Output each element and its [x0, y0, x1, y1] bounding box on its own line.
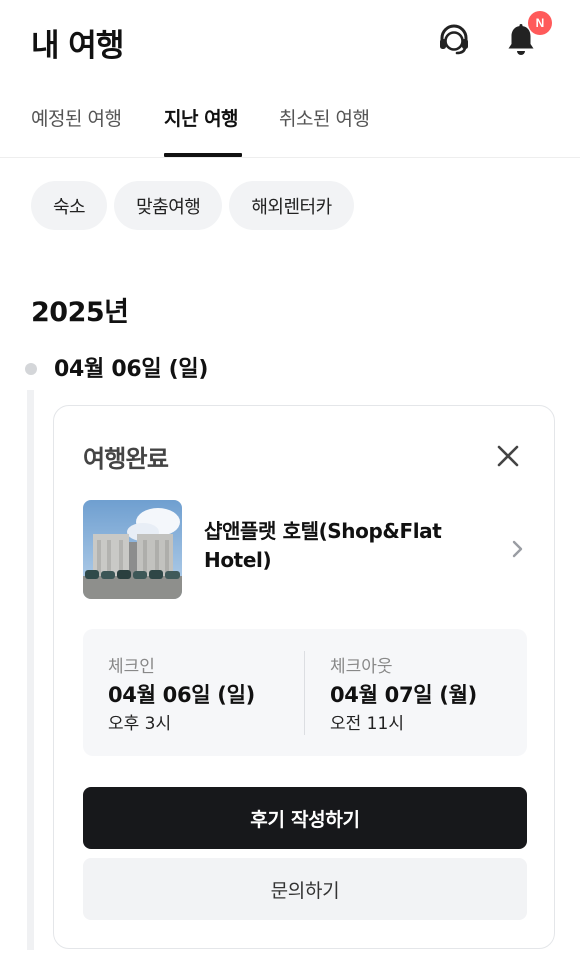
app-header: 내 여행 N: [0, 0, 580, 84]
timeline-dot: [25, 363, 37, 375]
year-heading: 2025년: [31, 297, 129, 328]
active-tab-indicator: [164, 153, 242, 157]
close-icon: [497, 445, 519, 467]
inquiry-button[interactable]: 문의하기: [83, 858, 527, 920]
hotel-name: 샵앤플랫 호텔(Shop&Flat Hotel): [204, 519, 442, 572]
checkin-time: 오후 3시: [108, 714, 172, 734]
hotel-info-row[interactable]: 샵앤플랫 호텔(Shop&Flat Hotel): [83, 500, 529, 600]
filter-chip-overseas-rental-car[interactable]: 해외렌터카: [229, 181, 354, 230]
filter-chip-custom-trip[interactable]: 맞춤여행: [114, 181, 223, 230]
date-heading: 04월 06일 (일): [54, 357, 209, 382]
tab-past-trips[interactable]: 지난 여행: [164, 104, 239, 131]
chevron-right-icon: [506, 537, 530, 561]
tab-upcoming-trips[interactable]: 예정된 여행: [31, 104, 122, 131]
checkout-date: 04월 07일 (월): [330, 683, 477, 707]
trip-card: 여행완료 샵앤플랫 호텔(Shop&Flat Hotel) 체크인 04월 06…: [53, 405, 555, 949]
category-filters: 숙소 맞춤여행 해외렌터카: [31, 181, 354, 231]
checkout-time: 오전 11시: [330, 714, 404, 734]
page-title: 내 여행: [31, 28, 124, 64]
trip-tabs: 예정된 여행 지난 여행 취소된 여행: [0, 86, 580, 158]
headset-icon: [440, 24, 468, 55]
tab-cancelled-trips[interactable]: 취소된 여행: [279, 104, 370, 131]
hotel-thumbnail: [83, 500, 182, 599]
timeline-line: [27, 390, 34, 950]
filter-chip-accommodation[interactable]: 숙소: [31, 181, 108, 230]
checkin-date: 04월 06일 (일): [108, 683, 255, 707]
write-review-button[interactable]: 후기 작성하기: [83, 787, 527, 849]
stay-details: 체크인 04월 06일 (일) 오후 3시 체크아웃 04월 07일 (월) 오…: [83, 629, 527, 756]
trip-status: 여행완료: [83, 445, 169, 473]
checkout-label: 체크아웃: [330, 657, 393, 677]
close-button[interactable]: [491, 439, 525, 473]
checkin-label: 체크인: [108, 657, 155, 677]
stay-divider: [304, 651, 305, 735]
notification-badge: N: [528, 11, 552, 35]
support-button[interactable]: [432, 18, 476, 62]
